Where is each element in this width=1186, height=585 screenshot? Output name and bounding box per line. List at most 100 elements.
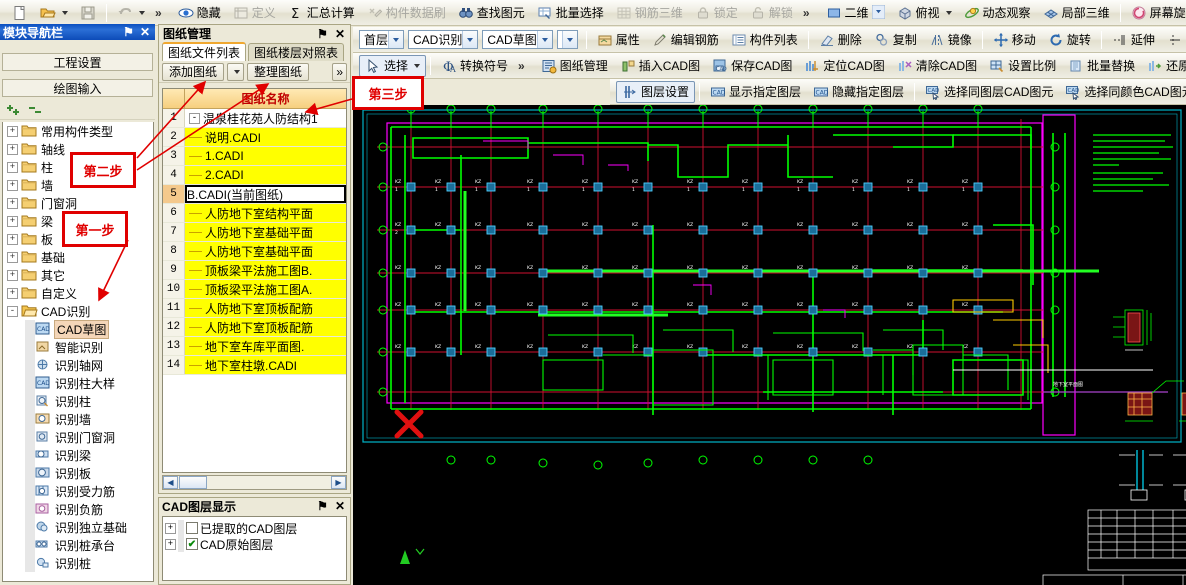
cad-drawing-canvas[interactable]: KZ 1 KZ 1 KZ 1 KZ 1 KZ 1 KZ 1 KZ 1 KZ 1 KZ 1 KZ 1 … xyxy=(353,105,1186,585)
tree-item-20[interactable]: 识别受力筋 xyxy=(3,482,153,500)
pin-icon[interactable]: ⚑ xyxy=(317,499,328,513)
tree-item-18[interactable]: 识别梁 xyxy=(3,446,153,464)
tree-item-8[interactable]: + 其它 xyxy=(3,266,153,284)
tree-item-24[interactable]: 识别桩 xyxy=(3,554,153,572)
component-list-button[interactable]: 构件列表 xyxy=(725,29,804,51)
tree-expander[interactable]: + xyxy=(7,251,18,263)
floor-select[interactable]: 首层 xyxy=(359,30,405,49)
module-select[interactable]: CAD识别 xyxy=(408,30,479,49)
pin-icon[interactable]: ⚑ xyxy=(123,25,134,39)
drawing-list-grid[interactable]: 图纸名称 1- 温泉桂花苑人防结构1 2 说明.CADI 3 1.CADI 4 2.CADI 5… xyxy=(162,88,347,473)
tab-floor-map[interactable]: 图纸楼层对照表 xyxy=(248,43,345,61)
organize-drawing-button[interactable]: 整理图纸 xyxy=(247,62,310,81)
project-settings-button[interactable]: 工程设置 xyxy=(2,53,153,71)
list-item[interactable]: + ✔ CAD原始图层 xyxy=(165,536,344,552)
cad-layer-list[interactable]: + 已提取的CAD图层 + ✔ CAD原始图层 xyxy=(162,516,347,581)
hide-specified-layer-button[interactable]: CAD 隐藏指定图层 xyxy=(807,81,910,103)
table-row[interactable]: 10 顶板梁平法施工图A. xyxy=(163,280,346,299)
tree-item-14[interactable]: CAD 识别柱大样 xyxy=(3,374,153,392)
rotate-button[interactable]: 旋转 xyxy=(1042,29,1097,51)
table-row[interactable]: 7 人防地下室基础平面 xyxy=(163,223,346,242)
tree-item-12[interactable]: 智能识别 xyxy=(3,338,153,356)
table-row[interactable]: 3 1.CADI xyxy=(163,147,346,166)
open-file-button[interactable] xyxy=(34,2,74,24)
select-same-layer-cad-button[interactable]: CAD 选择同图层CAD图元 xyxy=(919,81,1059,103)
table-row[interactable]: 2 说明.CADI xyxy=(163,128,346,147)
chevron-down-icon[interactable] xyxy=(62,10,68,15)
tree-expander[interactable]: + xyxy=(7,233,18,245)
tree-item-11[interactable]: CAD CAD草图 xyxy=(3,319,153,339)
select-same-color-cad-button[interactable]: CAD 选择同颜色CAD图元 xyxy=(1059,81,1186,103)
table-row[interactable]: 9 顶板梁平法施工图B. xyxy=(163,261,346,280)
tree-expander[interactable]: + xyxy=(7,161,18,173)
chevron-down-icon[interactable] xyxy=(561,31,577,48)
add-item-icon[interactable] xyxy=(5,102,21,118)
drawing-list-hscrollbar[interactable]: ◀ ▶ xyxy=(162,475,347,490)
component-select[interactable] xyxy=(556,30,578,49)
tree-expander[interactable]: + xyxy=(7,125,18,137)
table-row[interactable]: 12 人防地下室顶板配筋 xyxy=(163,318,346,337)
more-drawing-tools-button[interactable]: » xyxy=(332,62,347,81)
define-button[interactable]: 定义 xyxy=(227,2,282,24)
lock-button[interactable]: 锁定 xyxy=(689,2,744,24)
table-row[interactable]: 6 人防地下室结构平面 xyxy=(163,204,346,223)
scroll-left-button[interactable]: ◀ xyxy=(163,476,178,489)
layer-expander[interactable]: + xyxy=(165,538,176,550)
rebar-3d-button[interactable]: 钢筋三维 xyxy=(610,2,689,24)
add-drawing-dropdown[interactable] xyxy=(227,62,245,81)
clear-cad-button[interactable]: 清除CAD图 xyxy=(891,55,983,77)
overflow-chevrons-2[interactable]: » xyxy=(799,6,814,20)
locate-cad-button[interactable]: 定位CAD图 xyxy=(798,55,890,77)
chevron-down-icon[interactable] xyxy=(536,31,552,48)
tree-expander[interactable]: + xyxy=(7,269,18,281)
tree-expander[interactable]: + xyxy=(7,143,18,155)
chevron-down-icon[interactable] xyxy=(414,63,421,68)
chevron-down-icon[interactable] xyxy=(871,4,885,21)
tree-item-13[interactable]: 识别轴网 xyxy=(3,356,153,374)
scroll-thumb[interactable] xyxy=(179,476,207,489)
insert-cad-button[interactable]: 插入CAD图 xyxy=(614,55,706,77)
overflow-chevrons-3[interactable]: » xyxy=(514,59,529,73)
hide-button[interactable]: 隐藏 xyxy=(172,2,227,24)
chevron-down-icon[interactable] xyxy=(388,31,404,48)
edit-rebar-button[interactable]: 编辑钢筋 xyxy=(646,29,725,51)
property-button[interactable]: 属性 xyxy=(591,29,646,51)
tree-item-4[interactable]: + 门窗洞 xyxy=(3,194,153,212)
dynamic-observe-button[interactable]: 动态观察 xyxy=(958,2,1037,24)
copy-button[interactable]: 复制 xyxy=(868,29,923,51)
tree-item-23[interactable]: 识别桩承台 xyxy=(3,536,153,554)
tree-item-22[interactable]: 识别独立基础 xyxy=(3,518,153,536)
table-row[interactable]: 4 2.CADI xyxy=(163,166,346,185)
tree-item-9[interactable]: + 自定义 xyxy=(3,284,153,302)
tree-expander[interactable]: + xyxy=(7,287,18,299)
close-icon[interactable]: ✕ xyxy=(140,25,150,39)
select-tool-button[interactable]: 选择 xyxy=(359,54,427,77)
view-2d-button[interactable]: 二维 xyxy=(820,2,891,24)
component-data-brush-button[interactable]: 构件数据刷 xyxy=(361,2,452,24)
new-file-button[interactable] xyxy=(6,2,34,24)
find-element-button[interactable]: 查找图元 xyxy=(452,2,531,24)
module-nav-tree[interactable]: + 常用构件类型 + 轴线 + 柱 + 墙 + 门窗洞 + 梁 + 板 + 基础 + 其它 + 自定义 - CAD识别 CA… xyxy=(2,122,154,582)
move-button[interactable]: 移动 xyxy=(987,29,1042,51)
convert-symbol-button[interactable]: ΦA 转换符号 xyxy=(435,55,514,77)
save-cad-button[interactable]: CAD 保存CAD图 xyxy=(706,55,798,77)
tab-file-list[interactable]: 图纸文件列表 xyxy=(162,42,247,61)
tree-item-19[interactable]: 识别板 xyxy=(3,464,153,482)
show-specified-layer-button[interactable]: CAD 显示指定图层 xyxy=(704,81,807,103)
drawing-manager-button[interactable]: 图纸管理 xyxy=(535,55,614,77)
set-scale-button[interactable]: 设置比例 xyxy=(983,55,1062,77)
overflow-chevrons-1[interactable]: » xyxy=(151,6,166,20)
chevron-down-icon[interactable] xyxy=(462,31,478,48)
unlock-button[interactable]: 解锁 xyxy=(744,2,799,24)
batch-replace-button[interactable]: 批量替换 xyxy=(1062,55,1141,77)
draw-input-button[interactable]: 绘图输入 xyxy=(2,79,153,97)
top-view-button[interactable]: 俯视 xyxy=(891,2,958,24)
mirror-button[interactable]: 镜像 xyxy=(923,29,978,51)
undo-button[interactable] xyxy=(111,2,151,24)
tree-item-21[interactable]: 识别负筋 xyxy=(3,500,153,518)
delete-button[interactable]: 删除 xyxy=(813,29,868,51)
screen-rotate-button[interactable]: 屏幕旋转 xyxy=(1125,2,1186,24)
function-select[interactable]: CAD草图 xyxy=(482,30,553,49)
layer-checkbox[interactable]: ✔ xyxy=(186,538,198,550)
table-row[interactable]: 14 地下室柱墩.CADI xyxy=(163,356,346,375)
